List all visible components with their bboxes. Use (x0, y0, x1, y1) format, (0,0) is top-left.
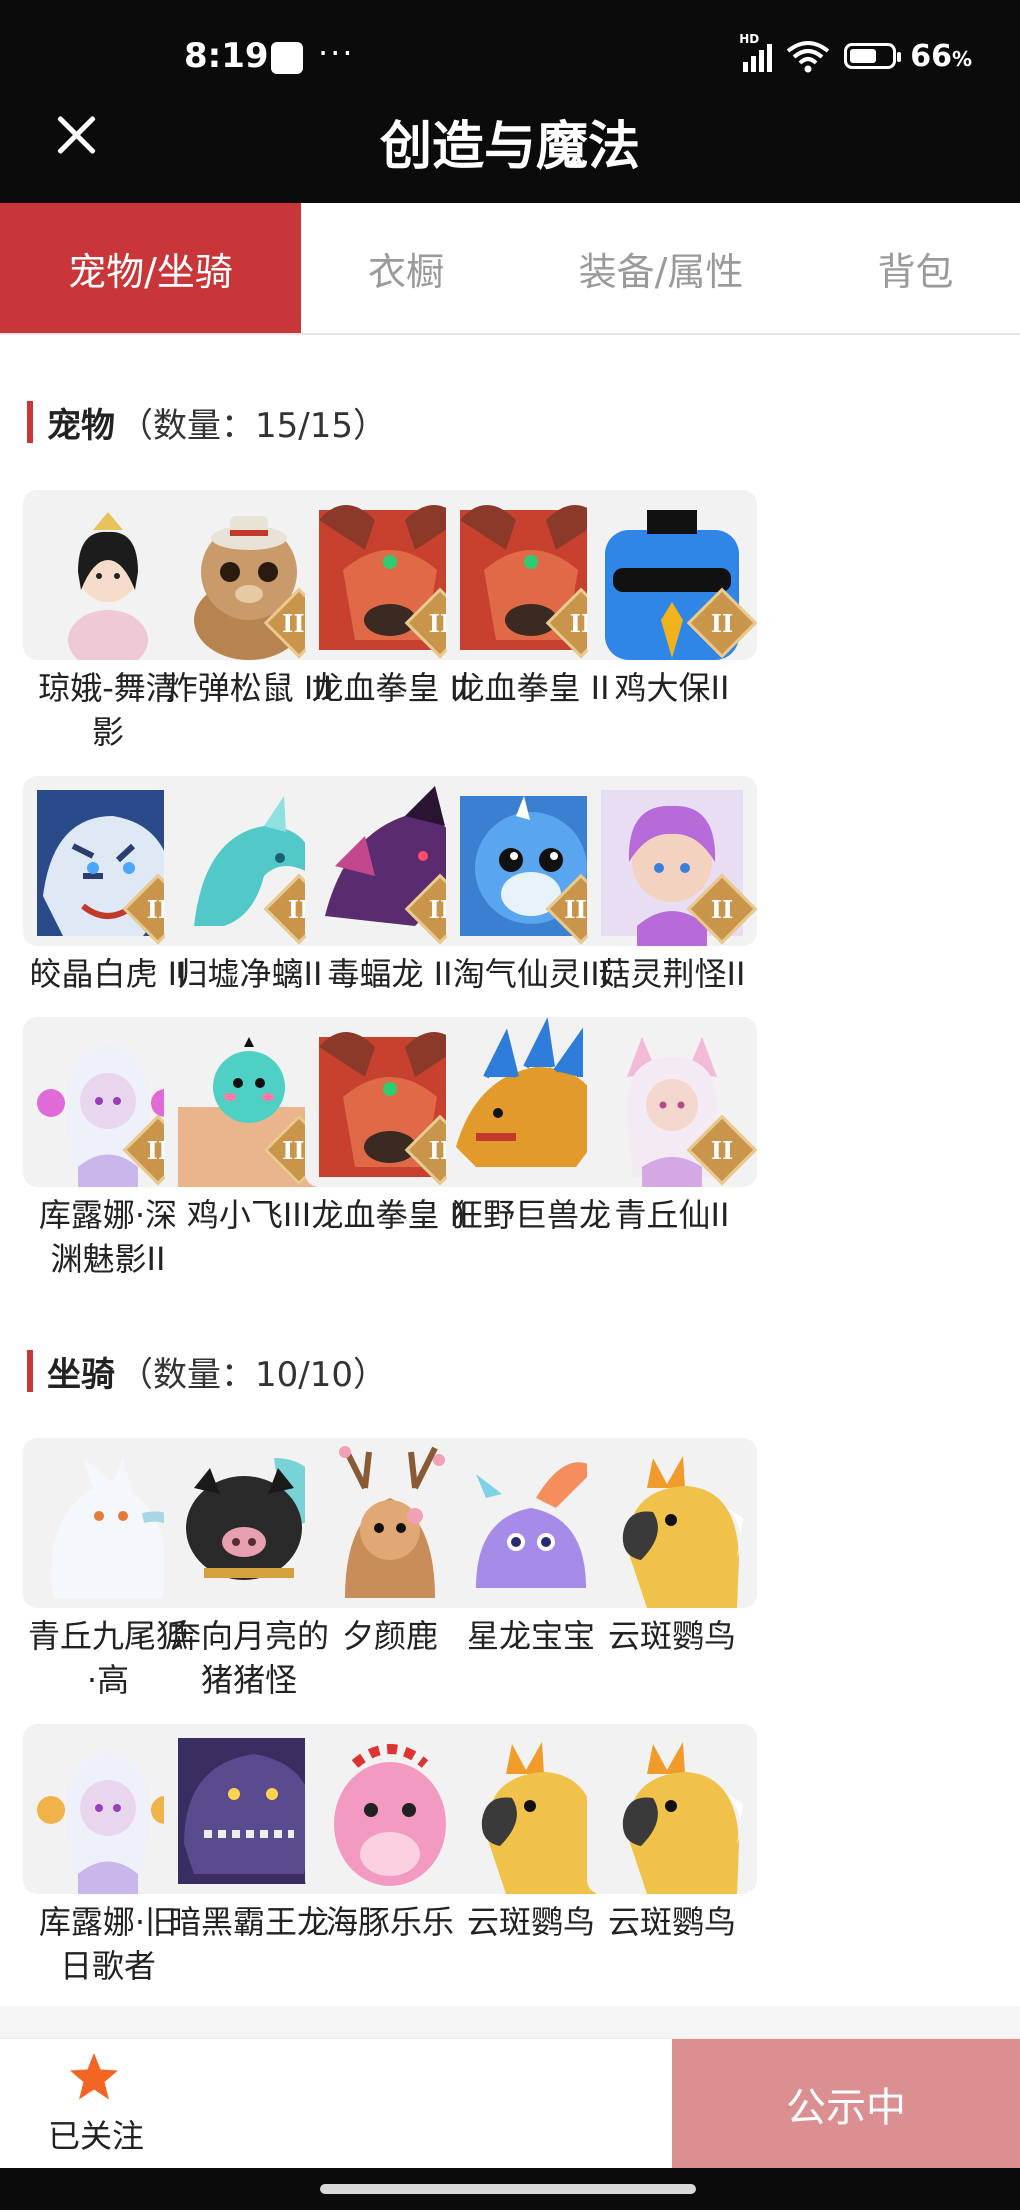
tier-badge-label: II (710, 608, 734, 638)
signal-icon: HD (739, 32, 773, 72)
wifi-icon (786, 41, 830, 73)
pet-card[interactable]: II 菇灵荆怪II (582, 776, 762, 996)
pets-count: （数量：15/15） (119, 405, 387, 446)
mount-image (587, 1724, 757, 1894)
pets-section-title: 宠物 (47, 405, 115, 446)
notification-icon (271, 42, 303, 74)
hd-label: HD (739, 32, 760, 46)
tab-equipment-attributes[interactable]: 装备/属性 (511, 203, 811, 333)
pet-card[interactable]: II 青丘仙II (582, 1017, 762, 1237)
pet-image: II (587, 776, 757, 946)
battery-percent: 66% (910, 38, 972, 74)
mount-card[interactable]: 云斑鹦鸟 (582, 1724, 762, 1944)
mount-name: 云斑鹦鸟 (607, 1903, 736, 1941)
tab-wardrobe[interactable]: 衣橱 (301, 203, 511, 333)
tier-badge-label: II (710, 1135, 734, 1165)
section-marker (27, 401, 33, 443)
tab-bar: 宠物/坐骑 衣橱 装备/属性 背包 (0, 203, 1020, 335)
status-icons: HD 66% (739, 32, 972, 76)
status-bar: 8:19 ··· HD 66% (0, 0, 1020, 118)
star-icon (70, 2053, 118, 2100)
tab-backpack[interactable]: 背包 (811, 203, 1020, 333)
tier-badge-label: II (710, 894, 734, 924)
pet-name: 菇灵荆怪II (598, 955, 746, 993)
battery-icon (844, 43, 902, 69)
page-title: 创造与魔法 (379, 117, 640, 177)
follow-button[interactable]: 已关注 (0, 2039, 672, 2169)
mounts-count: （数量：10/10） (119, 1354, 387, 1395)
parrot-illustration (622, 1456, 743, 1608)
mounts-section-title: 坐骑 (47, 1354, 115, 1395)
mount-card[interactable]: 云斑鹦鸟 (582, 1438, 762, 1658)
section-divider (0, 2006, 1020, 2038)
pets-section-header: 宠物 （数量：15/15） (27, 400, 387, 446)
pet-name: 青丘仙II (614, 1196, 730, 1234)
status-time: 8:19 (184, 36, 269, 76)
public-status-button[interactable]: 公示中 (672, 2039, 1020, 2169)
pet-card[interactable]: II 鸡大保II (582, 490, 762, 710)
system-nav-bar (0, 2168, 1020, 2210)
home-indicator[interactable] (320, 2184, 696, 2194)
section-marker (27, 1350, 33, 1392)
mount-image (587, 1438, 757, 1608)
parrot-illustration (622, 1742, 743, 1894)
more-notifications-icon: ··· (318, 34, 355, 72)
bottom-bar: 已关注 公示中 (0, 2038, 1020, 2169)
tab-pets-mounts[interactable]: 宠物/坐骑 (0, 203, 301, 333)
pet-name: 鸡大保II (614, 669, 730, 707)
mount-name: 云斑鹦鸟 (607, 1617, 736, 1655)
follow-label: 已关注 (48, 2117, 145, 2155)
pet-image: II (587, 490, 757, 660)
pet-image: II (587, 1017, 757, 1187)
top-bar: 8:19 ··· HD 66% 创造与魔法 (0, 0, 1020, 203)
mounts-section-header: 坐骑 （数量：10/10） (27, 1349, 387, 1395)
